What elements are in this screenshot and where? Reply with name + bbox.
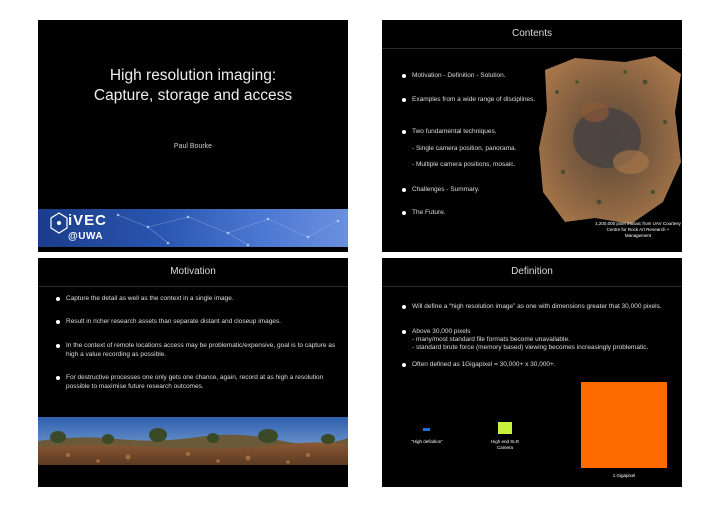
list-item: Will define a “high resolution image” as… bbox=[402, 303, 677, 312]
title-divider bbox=[382, 286, 682, 287]
title-line-1: High resolution imaging: bbox=[109, 67, 277, 84]
slide-title: Motivation bbox=[170, 266, 216, 277]
list-item: - Single camera position, panorama. bbox=[412, 145, 517, 152]
slide-title: Definition bbox=[511, 266, 553, 277]
title-divider bbox=[382, 48, 682, 49]
author-name: Paul Bourke bbox=[173, 143, 213, 150]
list-item: Often defined as 1Gigapixel = 30,000+ x … bbox=[402, 361, 677, 370]
definition-slide: Definition Will define a “high resolutio… bbox=[382, 258, 682, 487]
list-item: - standard brute force (memory based) vi… bbox=[412, 344, 649, 351]
slr-size-box bbox=[498, 422, 512, 434]
contents-slide: Contents Motivation - Definition - Solut… bbox=[382, 20, 682, 252]
gigapixel-label: 1 Gigapixel bbox=[612, 473, 636, 478]
list-item: Result in richer research assets than se… bbox=[56, 318, 336, 327]
title-line-2: Capture, storage and access bbox=[93, 87, 293, 104]
list-item: For destructive processes one only gets … bbox=[56, 374, 336, 391]
list-item: Challenges - Summary. bbox=[402, 186, 547, 195]
slr-label: High end SLR Camera bbox=[490, 439, 520, 450]
list-item: - Multiple camera positions, mosaic. bbox=[412, 161, 516, 168]
logo-text-ivec: iVEC bbox=[68, 212, 108, 229]
hexagon-logo-icon bbox=[50, 212, 68, 234]
list-item: Examples from a wide range of discipline… bbox=[402, 96, 547, 105]
list-item: Motivation - Definition - Solution. bbox=[402, 72, 547, 81]
logo-text-uwa: @UWA bbox=[68, 231, 104, 242]
motivation-slide: Motivation Capture the detail as well as… bbox=[38, 258, 348, 487]
presentation-title: High resolution imaging: Capture, storag… bbox=[38, 66, 348, 106]
title-divider bbox=[38, 286, 348, 287]
hd-label: “High definition” bbox=[411, 439, 443, 444]
list-item: In the context of remote locations acces… bbox=[56, 342, 336, 358]
list-item: The Future. bbox=[402, 209, 547, 218]
mosaic-caption: 1,200,000 pixel mosaic from UAV Courtesy… bbox=[595, 221, 681, 238]
hd-size-box bbox=[423, 428, 430, 431]
gigapixel-size-box bbox=[581, 382, 667, 468]
list-item: Two fundamental techniques. bbox=[402, 128, 547, 137]
landscape-panorama-image bbox=[38, 417, 348, 465]
network-pattern-icon bbox=[116, 213, 340, 247]
ivec-logo-banner: iVEC @UWA bbox=[38, 209, 348, 247]
title-slide: High resolution imaging: Capture, storag… bbox=[38, 20, 348, 252]
slide-title: Contents bbox=[511, 28, 553, 39]
list-item: Capture the detail as well as the contex… bbox=[56, 295, 336, 304]
uav-mosaic-image bbox=[539, 56, 681, 224]
